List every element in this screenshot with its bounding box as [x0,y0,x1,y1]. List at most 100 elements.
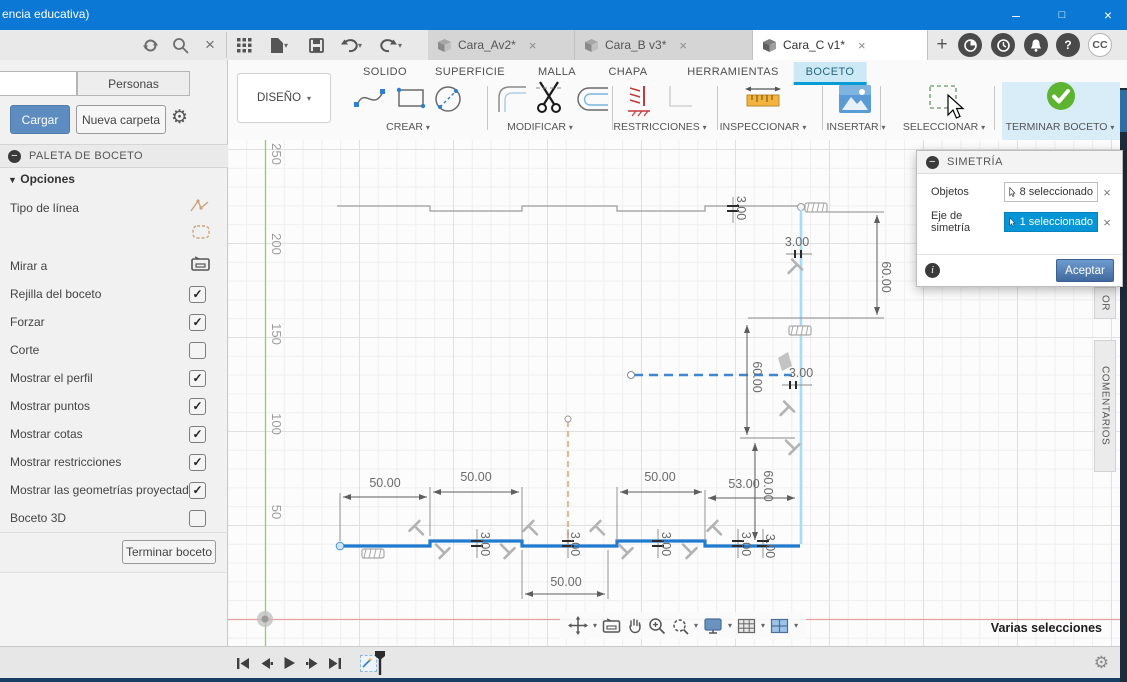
dimension-label[interactable]: 50.00 [369,476,400,490]
side-tab-partial[interactable]: OR [1094,287,1116,319]
sketch-point[interactable] [627,371,635,379]
line-type-icon[interactable] [190,198,210,219]
timeline-go-start-button[interactable] [233,654,253,672]
dimension-label[interactable]: 3.00 [763,534,777,558]
checkbox-boceto3d[interactable] [189,509,206,527]
sketch-point[interactable] [564,415,572,423]
checkbox-forzar[interactable]: ✓ [189,313,206,331]
doc-tab-cara-b[interactable]: Cara_B v3* × [575,30,753,60]
chevron-down-icon[interactable]: ▾ [694,621,698,630]
tab-malla[interactable]: MALLA [538,62,576,82]
minimize-button[interactable]: – [993,0,1039,30]
checkbox-geometrias[interactable]: ✓ [189,481,206,499]
checkbox-restricciones[interactable]: ✓ [189,453,206,471]
dimension-label[interactable]: 50.00 [550,575,581,589]
refresh-icon[interactable] [138,34,162,56]
timeline-play-button[interactable] [279,654,299,672]
dimension-label[interactable]: 3.00 [739,532,753,556]
tab-chapa[interactable]: CHAPA [608,62,647,82]
notifications-bell-icon[interactable] [1024,33,1048,57]
collapse-icon[interactable]: − [926,155,939,169]
options-header[interactable]: ▼ Opciones [8,172,75,186]
pan-hand-icon[interactable] [626,617,643,634]
dimension-label[interactable]: 3.00 [659,532,673,556]
tab-herramientas[interactable]: HERRAMIENTAS [687,62,778,82]
tab-boceto[interactable]: BOCETO [793,62,867,85]
rectangle-tool-icon[interactable] [395,84,427,117]
zoom-window-icon[interactable] [671,617,689,635]
maximize-button[interactable]: □ [1039,0,1085,30]
undo-icon[interactable]: ▾ [334,34,368,56]
help-icon[interactable]: ? [1056,33,1080,57]
group-inspeccionar[interactable]: INSPECCIONAR ▾ [720,121,807,133]
avatar[interactable]: CC [1088,33,1112,57]
timeline-gear-icon[interactable]: ⚙ [1094,653,1109,673]
sketch-point[interactable] [797,203,805,211]
checkbox-perfil[interactable]: ✓ [189,369,206,387]
dialog-header[interactable]: − SIMETRÍA [917,151,1122,174]
chevron-down-icon[interactable]: ▾ [794,621,798,630]
timeline-position-marker[interactable] [374,651,386,681]
corner-constraint-icon[interactable] [666,84,694,117]
close-panel-icon[interactable]: × [198,34,222,56]
app-grid-icon[interactable] [232,34,256,56]
circle-tool-icon[interactable] [433,84,463,119]
group-restricciones[interactable]: RESTRICCIONES ▾ [613,121,706,133]
close-tab-icon[interactable]: × [679,38,687,53]
dimension-label[interactable]: 50.00 [644,470,675,484]
chevron-down-icon[interactable]: ▾ [728,621,732,630]
close-tab-icon[interactable]: × [858,38,866,53]
gear-icon[interactable]: ⚙ [171,106,188,129]
offset-tool-icon[interactable] [575,84,609,119]
viewports-icon[interactable] [770,618,789,634]
panel-tab-personas[interactable]: Personas [77,71,190,96]
dimension-label[interactable]: 3.00 [568,532,582,556]
new-tab-button[interactable]: + [930,34,954,56]
sketch-point[interactable] [335,541,345,551]
dimension-label[interactable]: 3.00 [785,235,809,249]
group-seleccionar[interactable]: SELECCIONAR ▾ [903,121,985,133]
group-crear[interactable]: CREAR ▾ [386,121,430,133]
dimension-label[interactable]: 60.00 [761,470,775,501]
fillet-tool-icon[interactable] [496,84,528,119]
checkbox-rejilla[interactable]: ✓ [189,285,206,303]
dimension-label[interactable]: 60.00 [750,361,764,392]
constraint-tool-icon[interactable] [624,84,654,123]
new-folder-button[interactable]: Nueva carpeta [76,105,166,134]
measure-tool-icon[interactable] [744,84,782,117]
grid-settings-icon[interactable] [737,618,756,634]
group-insertar[interactable]: INSERTAR ▾ [826,121,885,133]
dimension-label[interactable]: 53.00 [728,477,759,491]
dimension-label[interactable]: 3.00 [734,196,748,220]
checkbox-puntos[interactable]: ✓ [189,397,206,415]
redo-icon[interactable]: ▾ [374,34,408,56]
dimension-label[interactable]: 50.00 [460,470,491,484]
insert-image-icon[interactable] [838,84,872,119]
doc-tab-cara-c[interactable]: Cara_C v1* × [753,30,928,60]
dimension-label[interactable]: 3.00 [478,532,492,556]
construction-line-icon[interactable] [192,224,210,244]
tab-superficie[interactable]: SUPERFICIE [435,62,505,82]
dimension-label[interactable]: 60.00 [879,261,893,292]
display-settings-icon[interactable] [703,617,723,634]
file-menu-icon[interactable]: ▾ [262,34,296,56]
group-terminar-boceto[interactable]: TERMINAR BOCETO ▾ [1006,121,1115,133]
timeline-go-end-button[interactable] [325,654,345,672]
extensions-icon[interactable] [958,33,982,57]
close-tab-icon[interactable]: × [529,38,537,53]
dimension-label[interactable]: 3.00 [789,366,813,380]
upload-button[interactable]: Cargar [10,105,70,134]
scrollbar-thumb[interactable] [1120,90,1127,132]
trim-scissors-icon[interactable] [534,80,564,119]
look-at-icon[interactable] [191,256,210,276]
chevron-down-icon[interactable]: ▾ [593,621,597,630]
clear-selection-icon[interactable]: × [1098,215,1116,230]
spline-tool-icon[interactable] [353,84,387,117]
group-modificar[interactable]: MODIFICAR ▾ [507,121,573,133]
finish-sketch-icon[interactable] [1045,80,1077,117]
collapse-icon[interactable]: − [8,149,21,163]
orbit-icon[interactable] [568,616,588,635]
objects-selection-field[interactable]: 8 seleccionado [1004,182,1098,202]
zoom-icon[interactable] [648,617,666,635]
side-tab-comentarios[interactable]: COMENTARIOS [1094,340,1116,472]
